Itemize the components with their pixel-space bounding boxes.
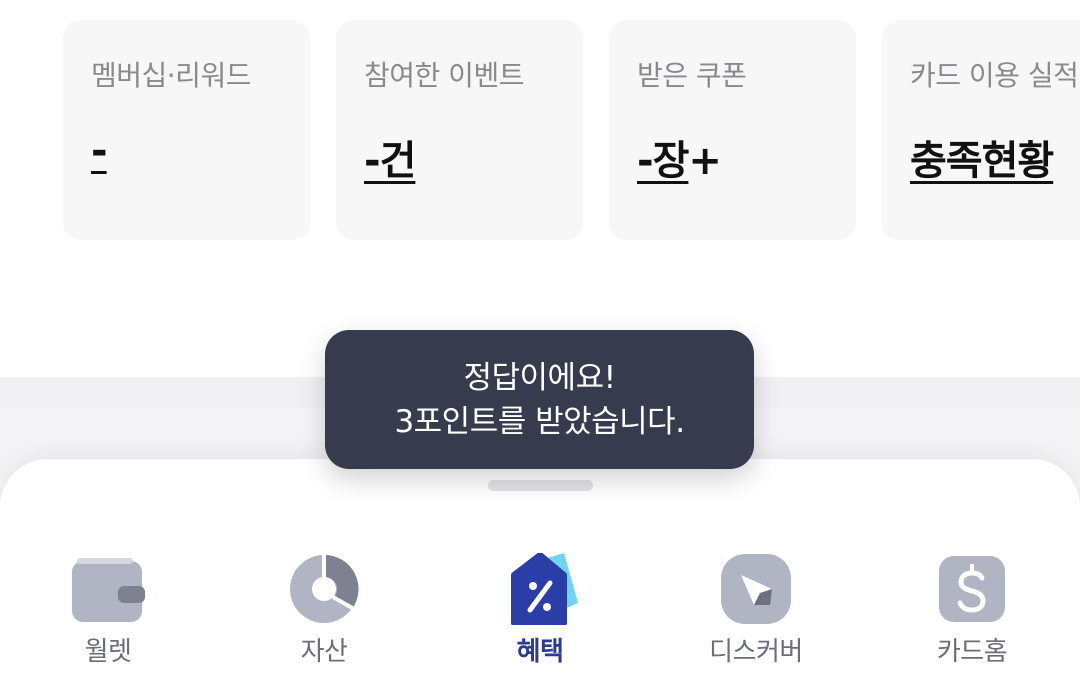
- card-value[interactable]: 충족현황: [910, 128, 1080, 186]
- nav-item-wallet[interactable]: 월렛: [33, 553, 183, 673]
- toast-line-1: 정답이에요!: [463, 360, 616, 396]
- wallet-icon: [72, 558, 145, 622]
- card-label: 카드 이용 실적: [910, 59, 1079, 92]
- sheet-drag-handle[interactable]: [488, 480, 593, 491]
- coupon-tag-icon: [511, 553, 578, 625]
- card-usage-performance[interactable]: 카드 이용 실적 충족현황: [882, 20, 1080, 240]
- card-label: 참여한 이벤트: [364, 59, 524, 92]
- card-joined-events[interactable]: 참여한 이벤트 -건: [336, 20, 583, 240]
- card-label: 받은 쿠폰: [637, 59, 747, 92]
- card-value[interactable]: -: [91, 128, 310, 174]
- card-label: 멤버십·리워드: [91, 59, 251, 92]
- card-received-coupons[interactable]: 받은 쿠폰 -장+: [609, 20, 856, 240]
- compass-icon: [721, 554, 791, 624]
- nav-item-assets[interactable]: 자산: [249, 553, 399, 673]
- nav-label: 자산: [300, 637, 348, 667]
- card-value-suffix: +: [688, 138, 722, 184]
- nav-label: 월렛: [84, 637, 132, 667]
- nav-label: 혜택: [516, 637, 564, 667]
- card-value[interactable]: -장+: [637, 128, 856, 186]
- toast-line-2: 3포인트를 받았습니다.: [394, 404, 685, 440]
- nav-item-discover[interactable]: 디스커버: [681, 553, 831, 673]
- card-membership-reward[interactable]: 멤버십·리워드 -: [63, 20, 310, 240]
- pie-chart-icon: [290, 553, 359, 623]
- nav-item-benefits[interactable]: 혜택: [465, 553, 615, 673]
- toast-message: 정답이에요! 3포인트를 받았습니다.: [325, 330, 754, 469]
- summary-cards: 멤버십·리워드 - 참여한 이벤트 -건 받은 쿠폰 -장+ 카드 이용 실적 …: [63, 20, 1080, 240]
- card-dollar-icon: [939, 556, 1005, 622]
- nav-label: 카드홈: [936, 637, 1008, 667]
- nav-item-card-home[interactable]: 카드홈: [897, 553, 1047, 673]
- nav-label: 디스커버: [709, 637, 803, 667]
- card-value[interactable]: -건: [364, 128, 583, 186]
